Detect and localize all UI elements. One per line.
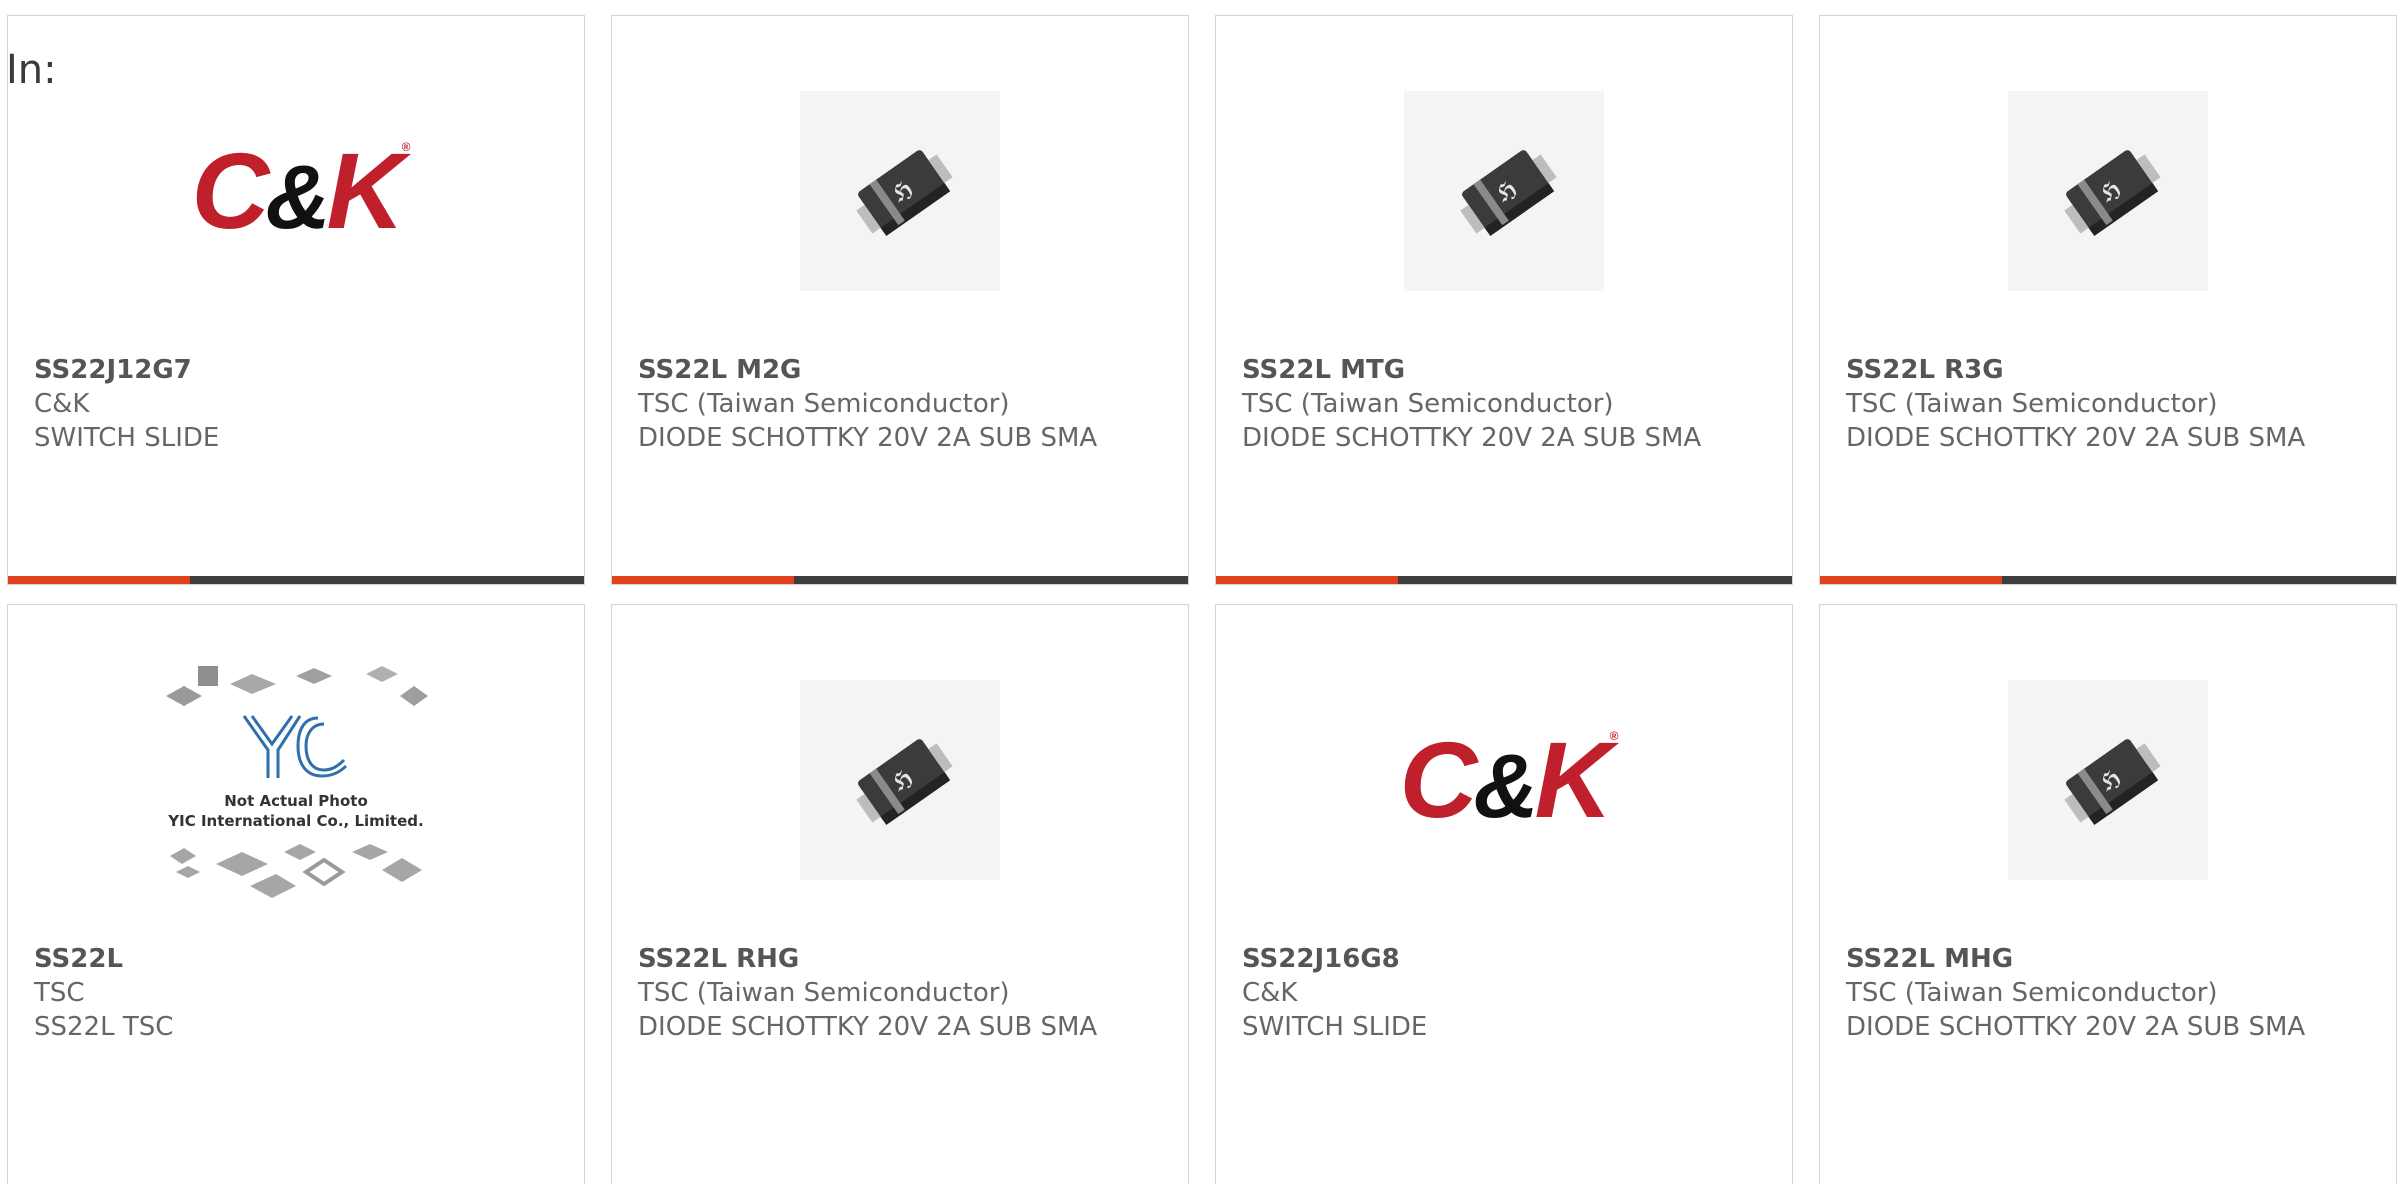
description: DIODE SCHOTTKY 20V 2A SUB SMA <box>1846 423 2306 453</box>
product-image[interactable]: ℌ <box>612 665 1188 895</box>
product-image[interactable]: Not Actual Photo YIC International Co., … <box>8 665 584 898</box>
ck-logo: C&K ® <box>1399 719 1619 840</box>
not-actual-photo-image: Not Actual Photo YIC International Co., … <box>166 666 428 898</box>
product-card[interactable]: ℌ SS22L R3G TSC (Taiwan Semiconductor) D… <box>1819 15 2397 585</box>
card-bar <box>8 576 584 584</box>
product-card[interactable]: ℌ SS22L M2G TSC (Taiwan Semiconductor) D… <box>611 15 1189 585</box>
card-bar <box>1216 576 1792 584</box>
product-card[interactable]: ℌ SS22L RHG TSC (Taiwan Semiconductor) D… <box>611 604 1189 1184</box>
part-number[interactable]: SS22L M2G <box>638 353 1168 387</box>
description: DIODE SCHOTTKY 20V 2A SUB SMA <box>638 423 1098 453</box>
part-number[interactable]: SS22L RHG <box>638 942 1168 976</box>
manufacturer: TSC (Taiwan Semiconductor) <box>638 978 1010 1008</box>
part-number[interactable]: SS22L MHG <box>1846 942 2376 976</box>
description: DIODE SCHOTTKY 20V 2A SUB SMA <box>1242 423 1702 453</box>
diode-package-image: ℌ <box>800 91 1000 291</box>
product-image[interactable]: C&K ® <box>8 76 584 306</box>
diode-package-image: ℌ <box>800 680 1000 880</box>
manufacturer: TSC (Taiwan Semiconductor) <box>1846 978 2218 1008</box>
product-image[interactable]: ℌ <box>1820 76 2396 306</box>
manufacturer: C&K <box>1242 978 1298 1008</box>
ck-logo: C&K ® <box>191 130 411 251</box>
product-image[interactable]: ℌ <box>1820 665 2396 895</box>
part-number[interactable]: SS22J12G7 <box>34 353 564 387</box>
part-number[interactable]: SS22J16G8 <box>1242 942 1772 976</box>
caption-line-2: YIC International Co., Limited. <box>167 812 423 830</box>
card-bar-accent <box>8 576 190 584</box>
description: SWITCH SLIDE <box>1242 1012 1428 1042</box>
part-number[interactable]: SS22L R3G <box>1846 353 2376 387</box>
diode-package-image: ℌ <box>1404 91 1604 291</box>
diode-icon: ℌ <box>2064 150 2161 236</box>
product-card[interactable]: ℌ SS22L MTG TSC (Taiwan Semiconductor) D… <box>1215 15 1793 585</box>
description: SWITCH SLIDE <box>34 423 220 453</box>
card-bar <box>612 576 1188 584</box>
part-number[interactable]: SS22L <box>34 942 564 976</box>
part-number[interactable]: SS22L MTG <box>1242 353 1772 387</box>
search-label: In: <box>6 47 57 93</box>
diode-icon: ℌ <box>2064 739 2161 825</box>
card-bar-accent <box>1820 576 2002 584</box>
diode-icon: ℌ <box>856 739 953 825</box>
product-image[interactable]: ℌ <box>612 76 1188 306</box>
manufacturer: TSC (Taiwan Semiconductor) <box>638 389 1010 419</box>
product-card[interactable]: C&K ® SS22J12G7 C&K SWITCH SLIDE <box>7 15 585 585</box>
product-card[interactable]: ℌ SS22L MHG TSC (Taiwan Semiconductor) D… <box>1819 604 2397 1184</box>
card-bar-accent <box>612 576 794 584</box>
product-card[interactable]: C&K ® SS22J16G8 C&K SWITCH SLIDE <box>1215 604 1793 1184</box>
manufacturer: TSC <box>34 978 85 1008</box>
description: SS22L TSC <box>34 1012 174 1042</box>
diode-package-image: ℌ <box>2008 91 2208 291</box>
diode-package-image: ℌ <box>2008 680 2208 880</box>
manufacturer: TSC (Taiwan Semiconductor) <box>1846 389 2218 419</box>
diode-icon: ℌ <box>856 150 953 236</box>
product-image[interactable]: C&K ® <box>1216 665 1792 895</box>
caption-line-1: Not Actual Photo <box>224 792 368 810</box>
manufacturer: C&K <box>34 389 90 419</box>
card-bar <box>1820 576 2396 584</box>
product-image[interactable]: ℌ <box>1216 76 1792 306</box>
diode-icon: ℌ <box>1460 150 1557 236</box>
card-bar-accent <box>1216 576 1398 584</box>
product-card[interactable]: Not Actual Photo YIC International Co., … <box>7 604 585 1184</box>
description: DIODE SCHOTTKY 20V 2A SUB SMA <box>1846 1012 2306 1042</box>
manufacturer: TSC (Taiwan Semiconductor) <box>1242 389 1614 419</box>
description: DIODE SCHOTTKY 20V 2A SUB SMA <box>638 1012 1098 1042</box>
